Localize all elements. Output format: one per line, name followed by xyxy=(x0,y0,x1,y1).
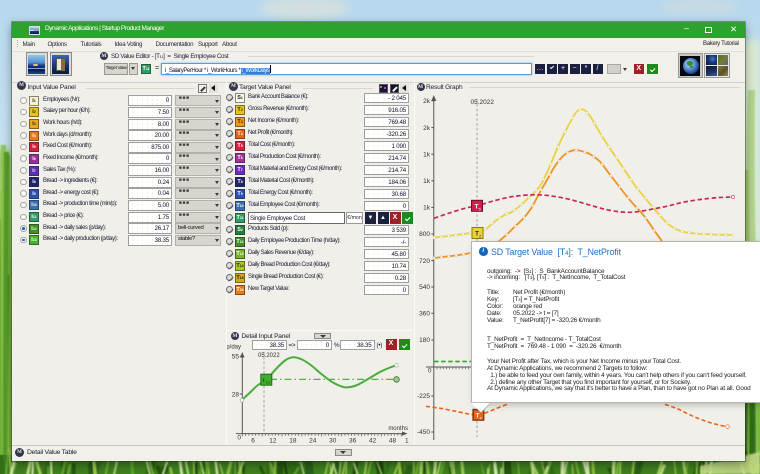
svg-text:800: 800 xyxy=(419,231,430,238)
svg-text:540: 540 xyxy=(419,284,430,291)
svg-text:13: 13 xyxy=(266,381,270,385)
svg-text:-225: -225 xyxy=(417,393,430,400)
svg-text:12: 12 xyxy=(269,438,277,445)
svg-text:-450: -450 xyxy=(417,429,430,436)
svg-text:p/day: p/day xyxy=(227,345,241,351)
svg-text:0: 0 xyxy=(237,435,241,442)
svg-text:30: 30 xyxy=(329,438,337,445)
svg-text:2k: 2k xyxy=(423,125,431,132)
svg-text:1k: 1k xyxy=(423,151,431,158)
svg-text:24: 24 xyxy=(309,438,317,445)
svg-text:1k: 1k xyxy=(423,205,431,212)
svg-text:05.2022: 05.2022 xyxy=(471,99,495,106)
svg-text:360: 360 xyxy=(419,311,430,318)
svg-text:18: 18 xyxy=(289,438,297,445)
svg-text:42: 42 xyxy=(369,438,377,445)
svg-text:48: 48 xyxy=(389,438,397,445)
svg-text:1: 1 xyxy=(405,438,409,445)
svg-text:4: 4 xyxy=(480,416,482,420)
svg-text:36: 36 xyxy=(349,438,357,445)
svg-text:55: 55 xyxy=(232,354,240,361)
svg-text:0: 0 xyxy=(428,368,432,375)
svg-text:6: 6 xyxy=(251,438,255,445)
svg-text:1k: 1k xyxy=(423,178,431,185)
svg-text:2k: 2k xyxy=(423,98,431,105)
svg-text:28: 28 xyxy=(232,392,240,399)
svg-text:720: 720 xyxy=(419,258,430,265)
svg-text:180: 180 xyxy=(419,337,430,344)
svg-text:05.2022: 05.2022 xyxy=(258,353,280,359)
svg-text:months: months xyxy=(388,426,408,432)
